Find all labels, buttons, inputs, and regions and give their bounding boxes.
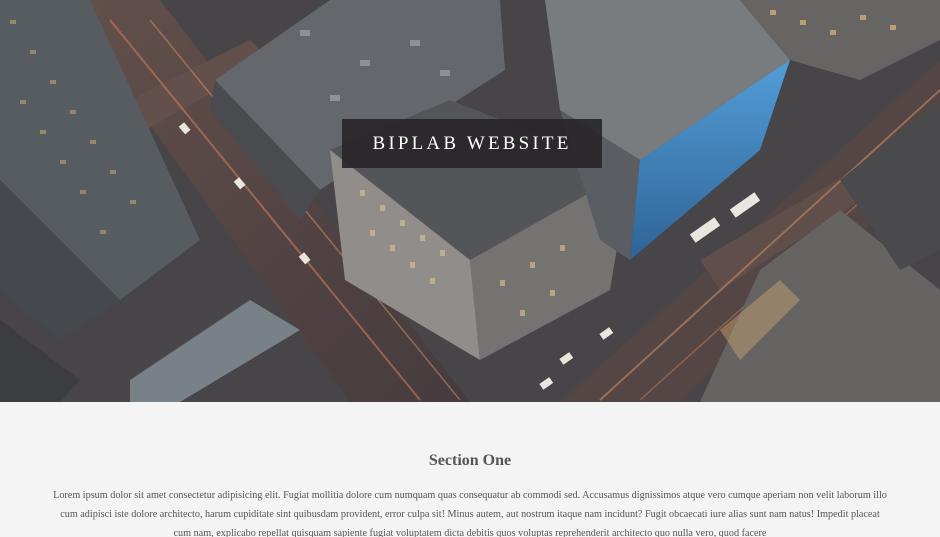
section-heading: Section One — [428, 452, 512, 469]
section-paragraph: Lorem ipsum dolor sit amet consectetur a… — [53, 490, 887, 537]
section-one: Section One Lorem ipsum dolor sit amet c… — [0, 402, 940, 537]
hero-banner: BIPLAB WEBSITE — [0, 0, 940, 402]
city-aerial-image — [0, 0, 940, 402]
site-title: BIPLAB WEBSITE — [342, 119, 602, 168]
